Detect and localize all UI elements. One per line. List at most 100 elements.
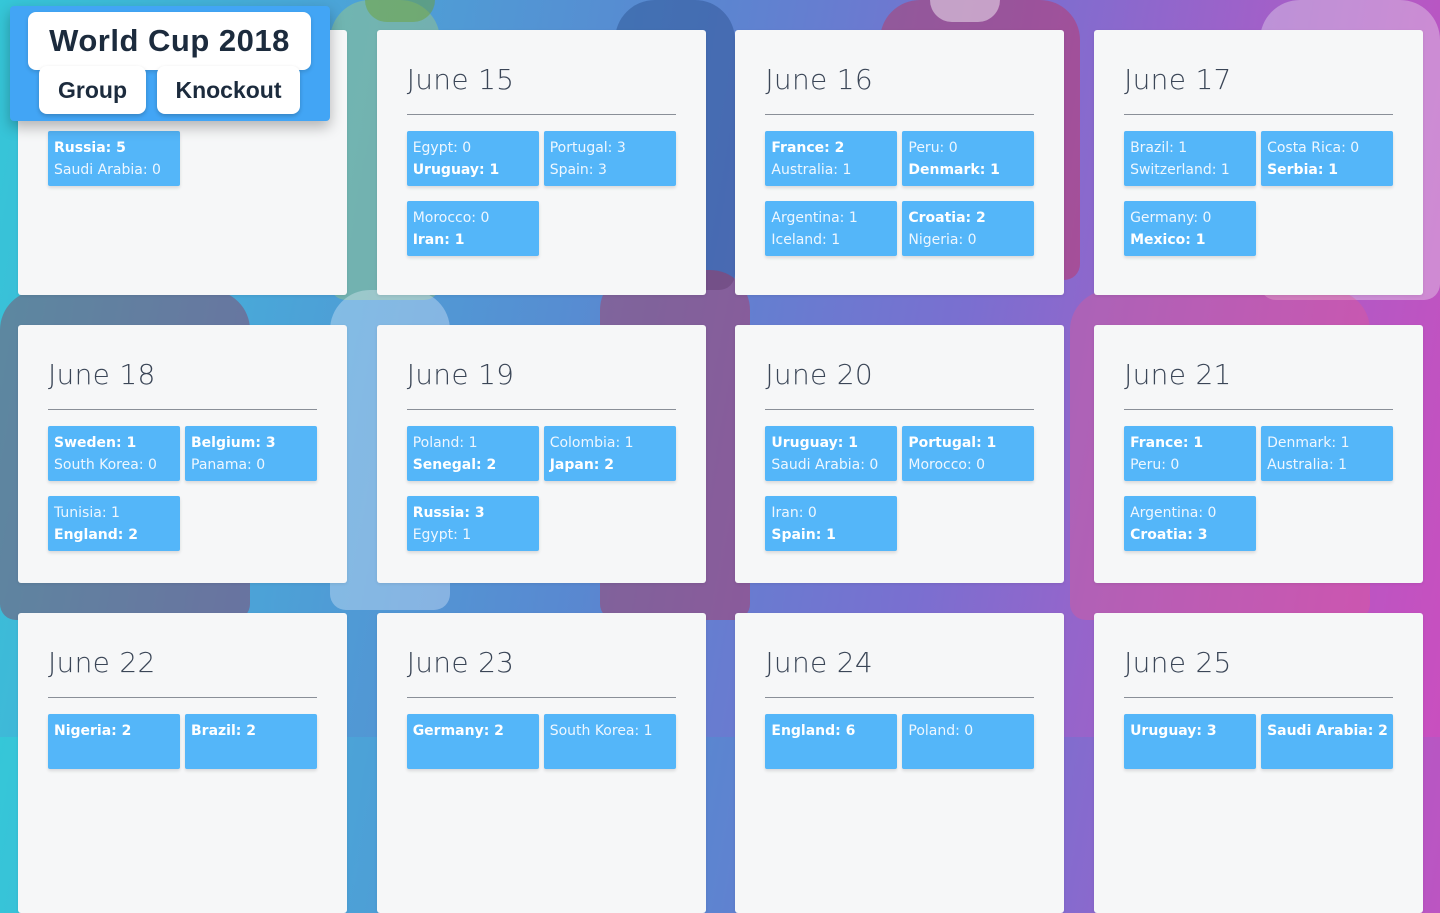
day-date: June 19 — [406, 358, 515, 391]
home-team-score: Argentina: 0 — [1130, 505, 1217, 521]
match-list: Sweden: 1 South Korea: 0 Belgium: 3 Panama:… — [48, 426, 317, 551]
match-card[interactable]: Argentina: 1 Iceland: 1 — [765, 201, 898, 256]
match-list: Nigeria: 2 Brazil: 2 — [48, 714, 317, 769]
date-divider — [765, 409, 1035, 410]
day-card: June 23 Germany: 2 South Korea: 1 — [376, 613, 706, 913]
match-card[interactable]: Iran: 0 Spain: 1 — [765, 496, 898, 551]
match-card[interactable]: Colombia: 1 Japan: 2 — [543, 426, 676, 481]
match-card[interactable]: Nigeria: 2 — [48, 714, 180, 769]
day-date: June 15 — [406, 63, 515, 96]
away-team-score: Iceland: 1 — [771, 232, 841, 248]
match-card[interactable]: Brazil: 1 Switzerland: 1 — [1124, 131, 1257, 186]
knockout-stage-button[interactable]: Knockout — [157, 66, 300, 114]
home-team-score: Poland: 0 — [908, 723, 974, 739]
match-card[interactable]: Uruguay: 1 Saudi Arabia: 0 — [765, 426, 898, 481]
day-date: June 24 — [765, 646, 873, 679]
away-team-score: Senegal: 2 — [412, 457, 497, 473]
match-card[interactable]: Costa Rica: 0 Serbia: 1 — [1261, 131, 1394, 186]
away-team-score: Serbia: 1 — [1267, 162, 1339, 178]
day-card: June 21 France: 1 Peru: 0 Denmark: 1 Austral… — [1094, 325, 1424, 583]
match-card[interactable]: England: 6 — [765, 714, 898, 769]
home-team-score: Iran: 0 — [771, 505, 817, 521]
match-card[interactable]: Argentina: 0 Croatia: 3 — [1124, 496, 1257, 551]
away-team-score: Panama: 0 — [191, 457, 266, 473]
home-team-score: Peru: 0 — [908, 140, 958, 156]
day-card: June 17 Brazil: 1 Switzerland: 1 Costa Rica… — [1094, 30, 1424, 295]
date-divider — [406, 697, 676, 698]
home-team-score: Denmark: 1 — [1267, 435, 1350, 451]
home-team-score: Uruguay: 1 — [771, 435, 858, 451]
away-team-score: Saudi Arabia: 0 — [54, 162, 161, 178]
away-team-score: Croatia: 3 — [1130, 527, 1208, 543]
away-team-score: Nigeria: 0 — [908, 232, 977, 248]
match-card[interactable]: Portugal: 1 Morocco: 0 — [902, 426, 1035, 481]
day-date: June 21 — [1124, 358, 1232, 391]
match-card[interactable]: Denmark: 1 Australia: 1 — [1261, 426, 1394, 481]
match-list: Russia: 5 Saudi Arabia: 0 — [48, 131, 317, 186]
home-team-score: Brazil: 1 — [1130, 140, 1188, 156]
match-card[interactable]: Brazil: 2 — [185, 714, 317, 769]
match-card[interactable]: South Korea: 1 — [543, 714, 676, 769]
away-team-score: Mexico: 1 — [1130, 232, 1206, 248]
home-team-score: Belgium: 3 — [191, 435, 276, 451]
home-team-score: Nigeria: 2 — [54, 723, 132, 739]
home-team-score: Germany: 0 — [1130, 210, 1212, 226]
match-card[interactable]: Uruguay: 3 — [1124, 714, 1257, 769]
match-card[interactable]: Peru: 0 Denmark: 1 — [902, 131, 1035, 186]
match-card[interactable]: Poland: 0 — [902, 714, 1035, 769]
away-team-score: Saudi Arabia: 0 — [771, 457, 879, 473]
day-card: June 16 France: 2 Australia: 1 Peru: 0 Denma… — [735, 30, 1065, 295]
match-card[interactable]: Croatia: 2 Nigeria: 0 — [902, 201, 1035, 256]
home-team-score: Russia: 5 — [54, 140, 126, 156]
date-divider — [1124, 114, 1394, 115]
home-team-score: France: 1 — [1130, 435, 1204, 451]
date-divider — [765, 697, 1035, 698]
home-team-score: Uruguay: 3 — [1130, 723, 1217, 739]
group-stage-button[interactable]: Group — [39, 66, 146, 114]
day-date: June 23 — [406, 646, 515, 679]
match-list: Uruguay: 3 Saudi Arabia: 2 — [1124, 714, 1394, 769]
away-team-score: England: 2 — [54, 527, 138, 543]
date-divider — [1124, 697, 1394, 698]
match-list: Germany: 2 South Korea: 1 — [406, 714, 676, 769]
match-card[interactable]: Saudi Arabia: 2 — [1261, 714, 1394, 769]
day-date: June 22 — [48, 646, 156, 679]
match-card[interactable]: Sweden: 1 South Korea: 0 — [48, 426, 180, 481]
home-team-score: Brazil: 2 — [191, 723, 256, 739]
home-team-score: Egypt: 0 — [412, 140, 472, 156]
match-card[interactable]: Russia: 5 Saudi Arabia: 0 — [48, 131, 180, 186]
match-day-grid: June 14Russia: 5Saudi Arabia: 0June 15Eg… — [18, 30, 1424, 913]
match-list: France: 2 Australia: 1 Peru: 0 Denmark: 1 Ar… — [765, 131, 1035, 256]
away-team-score: Peru: 0 — [1130, 457, 1180, 473]
home-team-score: Colombia: 1 — [549, 435, 634, 451]
match-card[interactable]: France: 1 Peru: 0 — [1124, 426, 1257, 481]
match-list: Poland: 1 Senegal: 2 Colombia: 1 Japan: 2 Ru… — [406, 426, 676, 551]
match-list: England: 6 Poland: 0 — [765, 714, 1035, 769]
match-card[interactable]: Tunisia: 1 England: 2 — [48, 496, 180, 551]
match-card[interactable]: Morocco: 0 Iran: 1 — [406, 201, 539, 256]
home-team-score: Russia: 3 — [412, 505, 485, 521]
match-card[interactable]: Russia: 3 Egypt: 1 — [406, 496, 539, 551]
day-card: June 18 Sweden: 1 South Korea: 0 Belgium: 3… — [18, 325, 347, 583]
day-date: June 17 — [1124, 63, 1232, 96]
collar-decoration — [930, 0, 1000, 22]
home-team-score: Costa Rica: 0 — [1267, 140, 1360, 156]
home-team-score: Portugal: 1 — [908, 435, 997, 451]
match-card[interactable]: Germany: 0 Mexico: 1 — [1124, 201, 1257, 256]
home-team-score: France: 2 — [771, 140, 845, 156]
app-header: World Cup 2018 Group Knockout — [10, 6, 330, 121]
match-card[interactable]: Poland: 1 Senegal: 2 — [406, 426, 539, 481]
day-date: June 18 — [48, 358, 156, 391]
match-card[interactable]: Egypt: 0 Uruguay: 1 — [406, 131, 539, 186]
day-date: June 20 — [765, 358, 873, 391]
app-title: World Cup 2018 — [28, 12, 311, 70]
away-team-score: Japan: 2 — [549, 457, 614, 473]
match-card[interactable]: Germany: 2 — [406, 714, 539, 769]
home-team-score: Tunisia: 1 — [54, 505, 120, 521]
date-divider — [48, 697, 317, 698]
match-card[interactable]: Portugal: 3 Spain: 3 — [543, 131, 676, 186]
date-divider — [48, 409, 317, 410]
match-card[interactable]: Belgium: 3 Panama: 0 — [185, 426, 317, 481]
match-card[interactable]: France: 2 Australia: 1 — [765, 131, 898, 186]
day-date: June 16 — [765, 63, 873, 96]
